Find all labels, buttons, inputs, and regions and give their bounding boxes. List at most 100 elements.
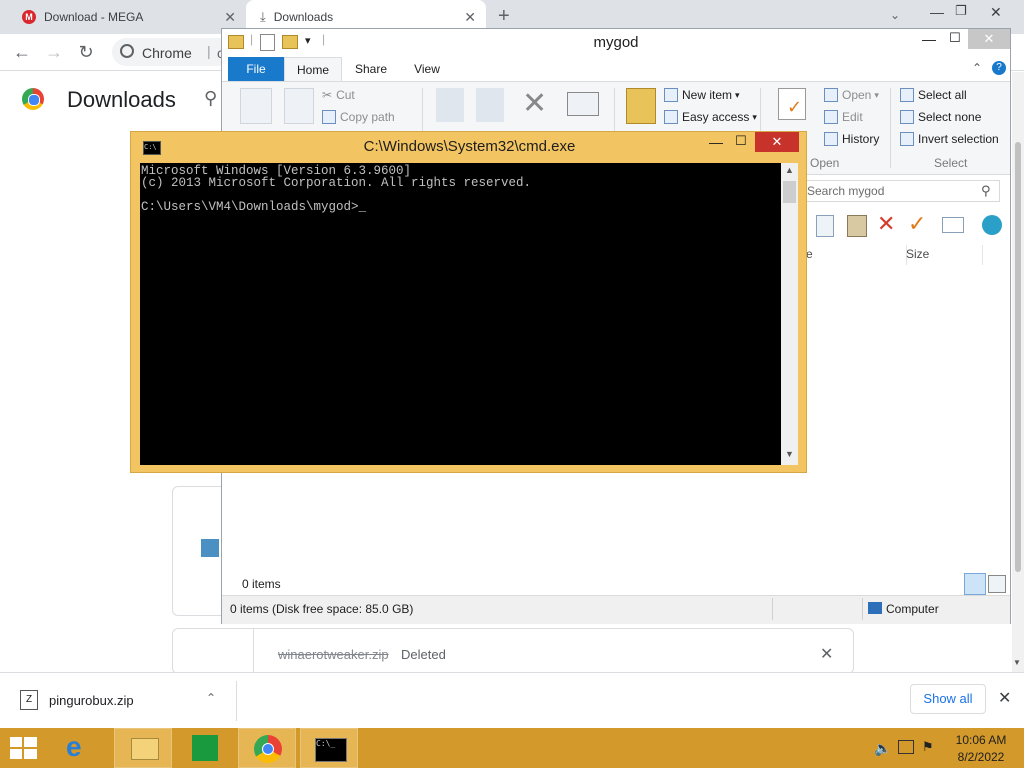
action-center-icon[interactable]: ⚑ (922, 739, 934, 755)
minimize-button[interactable]: — (922, 31, 936, 47)
paste-icon[interactable] (284, 88, 314, 124)
omnibox[interactable]: Chrome | ch (112, 38, 232, 66)
rename-icon[interactable] (567, 92, 599, 116)
close-shelf-icon[interactable]: ✕ (998, 688, 1011, 708)
cut-button[interactable]: ✂ Cut (322, 88, 355, 102)
tab-search-icon[interactable]: ⌄ (890, 8, 900, 22)
maximize-button[interactable]: ☐ (949, 30, 961, 46)
file-explorer-button[interactable] (114, 728, 172, 768)
minimize-button[interactable]: — (709, 134, 723, 150)
scrollbar-thumb[interactable] (1015, 142, 1021, 572)
paste-icon[interactable] (847, 215, 867, 237)
tab-mega[interactable]: M Download - MEGA ✕ (8, 0, 246, 34)
show-all-button[interactable]: Show all (910, 684, 986, 714)
remove-icon[interactable]: ✕ (820, 644, 833, 664)
properties-icon[interactable]: ✓ (778, 88, 806, 120)
new-item-label: New item (682, 88, 733, 102)
details-view-icon[interactable] (964, 573, 986, 595)
new-item-button[interactable]: New item ▾ (664, 88, 740, 102)
copy-icon[interactable] (816, 215, 834, 237)
column-size-header[interactable]: Size (906, 247, 929, 261)
internet-explorer-button[interactable]: e (54, 728, 112, 768)
close-window-button[interactable]: ✕ (755, 132, 799, 152)
minimize-button[interactable]: — (930, 4, 944, 20)
tab-file[interactable]: File (228, 57, 284, 81)
clock-date[interactable]: 8/2/2022 (950, 750, 1012, 764)
copy-icon[interactable] (240, 88, 272, 124)
easy-access-button[interactable]: Easy access ▾ (664, 110, 757, 124)
maximize-button[interactable]: ☐ (735, 133, 747, 149)
start-button[interactable] (10, 737, 38, 759)
open-button[interactable]: Open ▾ (824, 88, 879, 102)
cmd-title: C:\Windows\System32\cmd.exe (363, 138, 576, 155)
new-folder-icon[interactable] (626, 88, 656, 124)
select-all-icon (900, 88, 914, 102)
scroll-down-icon[interactable]: ▼ (1013, 658, 1021, 667)
history-button[interactable]: History (824, 132, 879, 146)
invert-selection-button[interactable]: Invert selection (900, 132, 999, 146)
close-tab-icon[interactable]: ✕ (224, 9, 236, 26)
close-tab-icon[interactable]: ✕ (464, 9, 476, 26)
tab-label: Downloads (273, 10, 334, 24)
clock-time[interactable]: 10:06 AM (950, 733, 1012, 747)
search-icon[interactable]: ⚲ (204, 88, 217, 109)
reload-icon[interactable]: ↻ (74, 40, 98, 64)
globe-icon[interactable] (982, 215, 1002, 235)
copy-path-button[interactable]: Copy path (322, 110, 395, 124)
chrome-logo-icon (22, 88, 44, 110)
search-input[interactable]: Search mygod ⚲ (802, 180, 1000, 202)
console-line: (c) 2013 Microsoft Corporation. All righ… (141, 176, 532, 190)
store-button[interactable] (176, 728, 234, 768)
edit-button[interactable]: Edit (824, 110, 863, 124)
console-output[interactable]: Microsoft Windows [Version 6.3.9600] (c)… (140, 163, 781, 465)
taskbar: e C:\_ 🔈 ⚑ 10:06 AM 8/2/2022 (0, 728, 1024, 768)
delete-icon[interactable]: ✕ (877, 211, 895, 237)
forward-arrow-icon[interactable]: → (42, 40, 66, 64)
status-text: 0 items (Disk free space: 85.0 GB) (230, 602, 414, 616)
omnibox-divider: | (207, 43, 211, 59)
restore-button[interactable]: ❐ (955, 3, 967, 19)
chrome-button[interactable] (238, 728, 296, 768)
check-icon[interactable]: ✓ (908, 211, 926, 237)
cmd-window: C:\ C:\Windows\System32\cmd.exe — ☐ ✕ Mi… (130, 131, 807, 473)
scroll-up-icon[interactable]: ▲ (785, 165, 794, 175)
scrollbar-thumb[interactable] (783, 181, 796, 203)
cmd-taskbar-button[interactable]: C:\_ (300, 728, 358, 768)
open-label: Open (842, 88, 872, 102)
status-bar: 0 items (Disk free space: 85.0 GB) Compu… (222, 595, 1010, 624)
search-icon[interactable]: ⚲ (981, 183, 991, 199)
delete-icon[interactable]: ✕ (522, 86, 547, 121)
rename-icon[interactable] (942, 217, 964, 233)
tab-view[interactable]: View (400, 57, 454, 81)
large-icons-view-icon[interactable] (988, 575, 1006, 593)
copy-to-icon[interactable] (476, 88, 504, 122)
select-none-button[interactable]: Select none (900, 110, 981, 124)
chrome-site-icon (120, 44, 134, 58)
new-tab-button[interactable]: + (498, 5, 510, 28)
cut-label: Cut (336, 88, 355, 102)
volume-muted-icon[interactable]: 🔈 (874, 740, 891, 757)
deleted-file-name[interactable]: winaerotweaker.zip (278, 647, 389, 662)
move-to-icon[interactable] (436, 88, 464, 122)
copy-path-label: Copy path (340, 110, 395, 124)
computer-icon (868, 602, 882, 614)
help-icon[interactable]: ? (992, 61, 1006, 75)
close-window-button[interactable]: ✕ (968, 29, 1010, 49)
select-all-label: Select all (918, 88, 967, 102)
history-icon (824, 132, 838, 146)
scroll-down-icon[interactable]: ▼ (785, 449, 794, 459)
tab-share[interactable]: Share (344, 57, 398, 81)
console-scrollbar[interactable]: ▲ ▼ (781, 163, 798, 465)
download-file-name[interactable]: pingurobux.zip (49, 693, 134, 708)
edit-label: Edit (842, 110, 863, 124)
collapse-ribbon-icon[interactable]: ⌃ (972, 61, 982, 75)
select-none-label: Select none (918, 110, 982, 124)
back-arrow-icon[interactable]: ← (10, 40, 34, 64)
page-scrollbar[interactable]: ▼ (1012, 72, 1024, 672)
column-name-header[interactable]: e (806, 247, 813, 261)
select-all-button[interactable]: Select all (900, 88, 967, 102)
close-window-button[interactable]: ✕ (990, 4, 1002, 21)
network-icon[interactable] (898, 740, 914, 754)
chevron-up-icon[interactable]: ⌃ (206, 691, 216, 705)
tab-home[interactable]: Home (284, 57, 342, 82)
